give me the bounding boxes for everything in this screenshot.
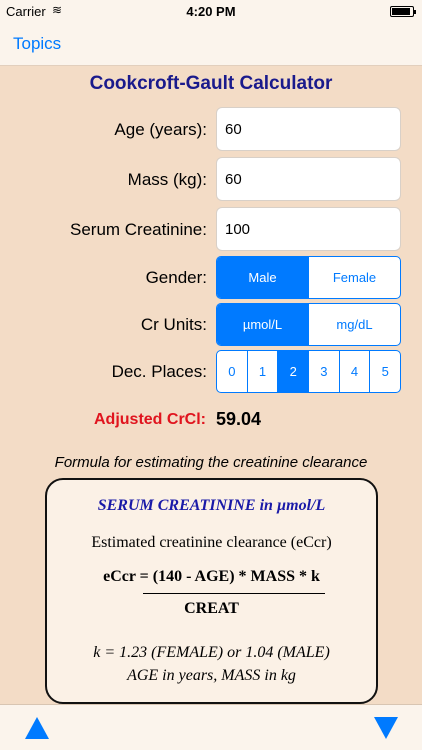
age-label: Age (years): <box>114 120 207 139</box>
topics-back-button[interactable]: Topics <box>13 34 61 54</box>
fraction-line <box>143 593 325 594</box>
decimal-places-segmented-control: 0 1 2 3 4 5 <box>216 350 401 393</box>
formula-k-note: k = 1.23 (FEMALE) or 1.04 (MALE) <box>93 644 330 661</box>
arrow-up-icon[interactable] <box>25 717 49 739</box>
decimal-option-3[interactable]: 3 <box>308 351 339 392</box>
gender-label: Gender: <box>145 268 207 287</box>
serum-creatinine-input[interactable]: 100 <box>216 207 401 251</box>
formula-subtitle: Estimated creatinine clearance (eCcr) <box>91 534 332 551</box>
nav-bar: Topics <box>0 22 422 66</box>
cr-units-segmented-control: µmol/L mg/dL <box>216 303 401 346</box>
status-bar: Carrier ≋ 4:20 PM <box>0 0 422 22</box>
page-title: Cookcroft-Gault Calculator <box>89 73 333 94</box>
mass-label: Mass (kg): <box>127 170 207 189</box>
battery-icon <box>390 6 416 17</box>
result-label: Adjusted CrCl: <box>94 411 206 428</box>
decimal-option-0[interactable]: 0 <box>217 351 247 392</box>
decimal-option-2[interactable]: 2 <box>277 351 309 392</box>
gender-male-option[interactable]: Male <box>217 257 308 298</box>
decimal-option-1[interactable]: 1 <box>246 351 278 392</box>
cr-units-label: Cr Units: <box>140 315 207 334</box>
decimal-option-4[interactable]: 4 <box>338 351 370 392</box>
formula-units-note: AGE in years, MASS in kg <box>127 667 296 684</box>
decimal-option-5[interactable]: 5 <box>369 351 400 392</box>
formula-caption: Formula for estimating the creatinine cl… <box>54 454 368 471</box>
formula-box: SERUM CREATININE in µmol/L Estimated cre… <box>45 478 378 704</box>
clock: 4:20 PM <box>186 4 236 19</box>
mass-input[interactable]: 60 <box>216 157 401 201</box>
gender-segmented-control: Male Female <box>216 256 401 299</box>
arrow-down-icon[interactable] <box>374 717 398 739</box>
result-value: 59.04 <box>216 409 262 429</box>
formula-denominator: CREAT <box>184 600 239 617</box>
formula-numerator: eCcr = (140 - AGE) * MASS * k <box>103 568 320 585</box>
decimal-places-label: Dec. Places: <box>111 362 207 381</box>
units-umol-option[interactable]: µmol/L <box>217 304 308 345</box>
gender-female-option[interactable]: Female <box>308 257 400 298</box>
age-input[interactable]: 60 <box>216 107 401 151</box>
serum-creatinine-label: Serum Creatinine: <box>69 220 207 239</box>
formula-heading: SERUM CREATININE in µmol/L <box>97 497 326 514</box>
units-mgdl-option[interactable]: mg/dL <box>308 304 400 345</box>
bottom-toolbar <box>0 704 422 750</box>
